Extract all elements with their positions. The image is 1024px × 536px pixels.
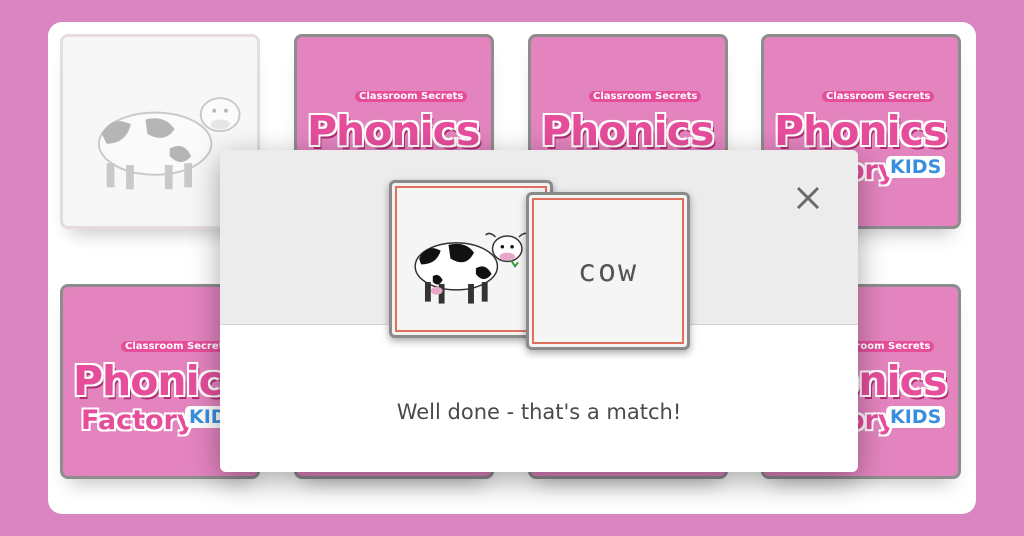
logo-badge: KIDS [886,156,946,178]
logo-brand: Classroom Secrets [355,91,468,102]
logo-subtitle: Factory [81,405,195,436]
logo-brand: Classroom Secrets [121,341,234,352]
logo-title: Phonics [774,107,947,155]
logo-brand: Classroom Secrets [822,91,935,102]
match-message: Well done - that's a match! [396,400,682,424]
match-dialog: cow Well done - that's a match! [220,150,858,472]
dialog-header: cow [220,150,858,350]
close-icon[interactable] [792,182,824,214]
logo-badge: KIDS [886,406,946,428]
matched-word-card: cow [526,192,690,350]
cow-icon [414,232,530,304]
logo-title: Phonics [307,107,480,155]
match-word: cow [577,254,639,289]
logo-brand: Classroom Secrets [589,91,702,102]
logo-title: Phonics [541,107,714,155]
